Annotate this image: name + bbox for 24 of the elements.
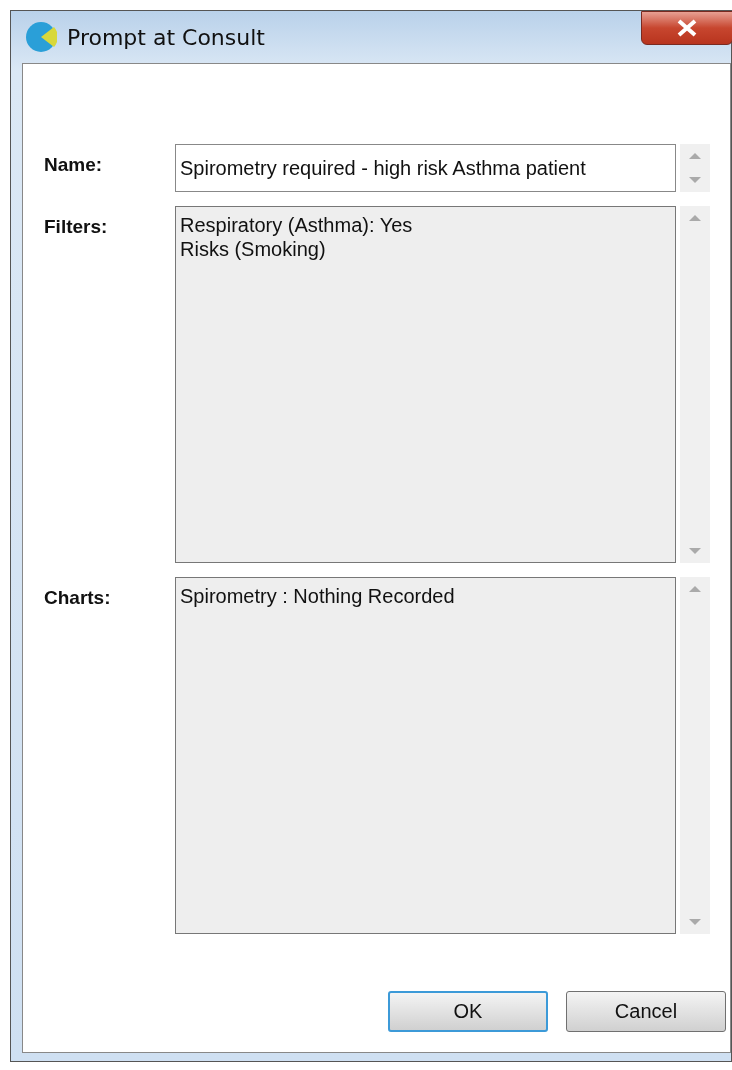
scroll-down-icon[interactable]	[688, 918, 702, 926]
list-box[interactable]: Spirometry : Nothing Recorded	[175, 577, 676, 934]
scroll-bar[interactable]	[680, 206, 710, 563]
name-field[interactable]: Spirometry required - high risk Asthma patient	[175, 144, 676, 192]
app-logo-icon	[25, 21, 57, 53]
window-title: Prompt at Consult	[67, 24, 265, 50]
list-line: Respiratory (Asthma): Yes	[180, 213, 413, 237]
scroll-up-icon[interactable]	[688, 585, 702, 593]
cancel-button[interactable]: Cancel	[566, 991, 726, 1032]
scroll-bar[interactable]	[680, 577, 710, 934]
list-line: Spirometry : Nothing Recorded	[180, 584, 455, 608]
close-button[interactable]	[641, 11, 732, 45]
ok-button[interactable]: OK	[388, 991, 548, 1032]
close-icon	[676, 19, 698, 37]
scroll-down-icon[interactable]	[688, 176, 702, 184]
field-label: Filters:	[44, 215, 109, 239]
list-box[interactable]: Respiratory (Asthma): Yes Risks (Smoking)	[175, 206, 676, 563]
scroll-up-icon[interactable]	[688, 152, 702, 160]
field-label: Charts:	[44, 586, 112, 610]
scroll-down-icon[interactable]	[688, 547, 702, 555]
list-line: Risks (Smoking)	[180, 237, 326, 261]
scroll-up-icon[interactable]	[688, 214, 702, 222]
field-label: Name:	[44, 153, 104, 177]
scroll-bar[interactable]	[680, 144, 710, 192]
